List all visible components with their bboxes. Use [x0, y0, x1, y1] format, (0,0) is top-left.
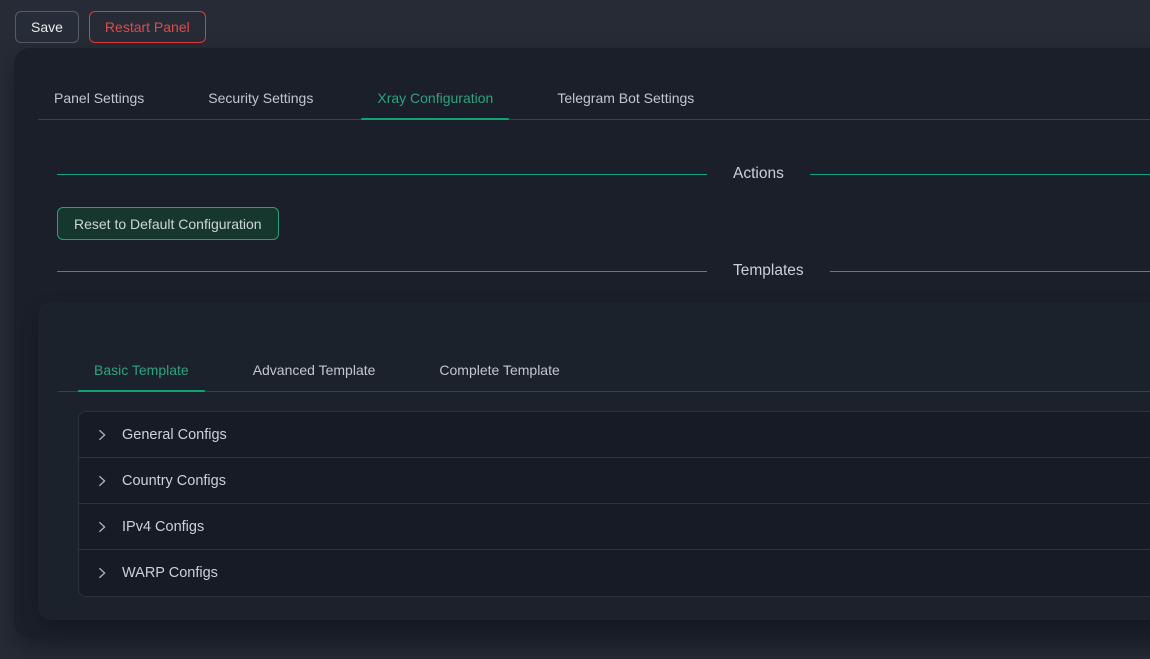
actions-section-title: Actions	[733, 165, 784, 183]
tab-basic-template[interactable]: Basic Template	[78, 360, 205, 391]
collapse-header-label: Country Configs	[122, 473, 226, 489]
templates-tabbar: Basic Template Advanced Template Complet…	[58, 302, 1150, 392]
tab-telegram-bot-settings[interactable]: Telegram Bot Settings	[541, 88, 710, 119]
top-action-bar: Save Restart Panel	[0, 0, 1150, 48]
restart-panel-button[interactable]: Restart Panel	[89, 11, 206, 43]
templates-card: Basic Template Advanced Template Complet…	[38, 302, 1150, 620]
collapse-header-general-configs[interactable]: General Configs	[79, 412, 1150, 458]
divider-line	[810, 174, 1150, 175]
reset-default-config-button[interactable]: Reset to Default Configuration	[57, 207, 279, 240]
templates-section-divider: Templates	[57, 260, 1150, 282]
collapse-header-label: WARP Configs	[122, 565, 218, 581]
chevron-right-icon	[95, 428, 109, 442]
collapse-header-country-configs[interactable]: Country Configs	[79, 458, 1150, 504]
collapse-header-ipv4-configs[interactable]: IPv4 Configs	[79, 504, 1150, 550]
chevron-right-icon	[95, 566, 109, 580]
tab-security-settings[interactable]: Security Settings	[192, 88, 329, 119]
divider-line	[57, 174, 707, 175]
settings-card: Panel Settings Security Settings Xray Co…	[14, 48, 1150, 638]
config-collapse-list: General Configs Country Configs IPv4 Con…	[78, 411, 1150, 597]
tab-complete-template[interactable]: Complete Template	[423, 360, 575, 391]
settings-tabbar: Panel Settings Security Settings Xray Co…	[38, 48, 1150, 120]
chevron-right-icon	[95, 474, 109, 488]
page: Save Restart Panel Panel Settings Securi…	[0, 0, 1150, 659]
collapse-header-warp-configs[interactable]: WARP Configs	[79, 550, 1150, 596]
divider-line	[830, 271, 1150, 272]
actions-section-divider: Actions	[57, 163, 1150, 185]
tab-xray-configuration[interactable]: Xray Configuration	[361, 88, 509, 119]
tab-advanced-template[interactable]: Advanced Template	[237, 360, 392, 391]
collapse-header-label: General Configs	[122, 427, 227, 443]
divider-line	[57, 271, 707, 272]
save-button[interactable]: Save	[15, 11, 79, 43]
chevron-right-icon	[95, 520, 109, 534]
templates-section-title: Templates	[733, 262, 804, 280]
collapse-header-label: IPv4 Configs	[122, 519, 204, 535]
tab-panel-settings[interactable]: Panel Settings	[38, 88, 160, 119]
